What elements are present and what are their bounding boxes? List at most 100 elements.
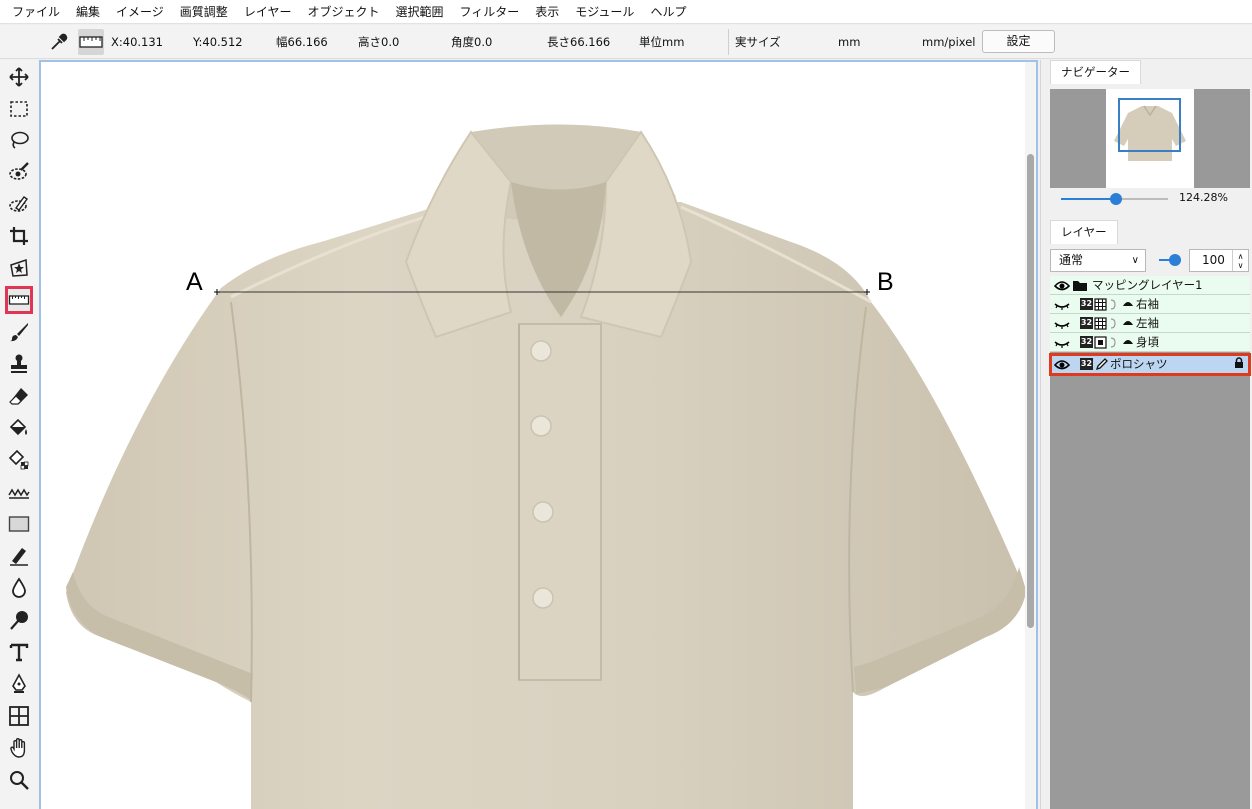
menu-edit[interactable]: 編集 [68, 0, 108, 24]
fill-bucket-icon[interactable] [5, 414, 33, 442]
opacity-value: 100 [1202, 253, 1225, 267]
star-select-icon[interactable] [5, 254, 33, 282]
rectangle-icon[interactable] [5, 510, 33, 538]
eye-closed-icon[interactable] [1054, 336, 1070, 349]
app-window: ファイル 編集 イメージ 画質調整 レイヤー オブジェクト 選択範囲 フィルター… [0, 0, 1252, 809]
crop-icon[interactable] [5, 222, 33, 250]
menu-adjust[interactable]: 画質調整 [172, 0, 236, 24]
ruler-mode-icon[interactable] [78, 29, 104, 55]
layer-row-right-sleeve[interactable]: 32 右袖 [1050, 295, 1250, 314]
stamp-icon[interactable] [5, 350, 33, 378]
grid-icon[interactable] [5, 702, 33, 730]
eye-pen-icon[interactable] [5, 190, 33, 218]
measure-point-b: B [877, 268, 894, 296]
eye-icon[interactable] [1054, 358, 1070, 371]
sleeve-link-icon [1123, 302, 1133, 306]
navigator-preview[interactable] [1050, 89, 1250, 188]
mm-per-pixel-label: mm/pixel [922, 35, 976, 49]
sleeve-link-icon [1123, 321, 1133, 325]
layer-bitdepth-badge: 32 [1080, 336, 1093, 348]
actual-size-label: 実サイズ [735, 35, 781, 49]
layer-bitdepth-badge: 32 [1080, 358, 1093, 370]
pencil-icon [1095, 358, 1108, 371]
move-tool-icon[interactable] [5, 63, 33, 91]
pen-tool-icon[interactable] [5, 670, 33, 698]
mapping-grid-icon [1094, 298, 1116, 311]
coord-y: Y:40.512 [193, 35, 243, 49]
navigator-view-frame[interactable] [1118, 98, 1181, 152]
zoom-slider-fill [1061, 198, 1114, 200]
menu-bar: ファイル 編集 イメージ 画質調整 レイヤー オブジェクト 選択範囲 フィルター… [0, 0, 1252, 24]
brush-icon[interactable] [5, 318, 33, 346]
menu-layer[interactable]: レイヤー [236, 0, 300, 24]
drop-icon[interactable] [5, 574, 33, 602]
spin-arrows-icon[interactable]: ∧ ∨ [1232, 250, 1248, 271]
divider [728, 29, 729, 55]
zoom-icon[interactable] [5, 766, 33, 794]
opacity-slider-knob[interactable] [1169, 254, 1181, 266]
pattern-fill-icon[interactable] [5, 446, 33, 474]
tab-navigator[interactable]: ナビゲーター [1050, 60, 1141, 84]
eye-icon[interactable] [1054, 279, 1070, 292]
settings-button[interactable]: 設定 [982, 30, 1055, 53]
layer-name: マッピングレイヤー1 [1092, 278, 1203, 292]
measure-unit: 単位mm [639, 35, 685, 49]
menu-image[interactable]: イメージ [108, 0, 172, 24]
eyedropper-icon[interactable] [46, 29, 72, 55]
menu-module[interactable]: モジュール [567, 0, 642, 24]
measure-length: 長さ66.166 [547, 35, 611, 49]
layer-row-mapping[interactable]: マッピングレイヤー1 [1050, 276, 1250, 295]
tab-layers[interactable]: レイヤー [1050, 220, 1118, 244]
dodge-icon[interactable] [5, 606, 33, 634]
eye-closed-icon[interactable] [1054, 317, 1070, 330]
lock-icon[interactable] [1234, 357, 1244, 369]
measure-height: 高さ0.0 [358, 35, 400, 49]
text-icon[interactable] [5, 638, 33, 666]
menu-help[interactable]: ヘルプ [642, 0, 694, 24]
zoom-slider-knob[interactable] [1110, 193, 1122, 205]
layer-name: 身頃 [1136, 335, 1159, 349]
ruler-icon[interactable] [5, 286, 33, 314]
vertical-scrollbar[interactable] [1025, 62, 1036, 809]
image-canvas[interactable]: A B [39, 60, 1038, 809]
menu-filter[interactable]: フィルター [451, 0, 527, 24]
coord-x: X:40.131 [111, 35, 163, 49]
layer-bitdepth-badge: 32 [1080, 317, 1093, 329]
chevron-down-icon: ∨ [1131, 255, 1139, 266]
pen-edit-icon[interactable] [5, 542, 33, 570]
eye-closed-icon[interactable] [1054, 298, 1070, 311]
hand-icon[interactable] [5, 734, 33, 762]
blend-mode-select[interactable]: 通常 ∨ [1050, 249, 1146, 272]
actual-size-unit: mm [838, 35, 861, 49]
layer-list: マッピングレイヤー1 32 右袖 32 左袖 32 身頃 32 ポロシャツ [1049, 276, 1251, 809]
menu-file[interactable]: ファイル [4, 0, 68, 24]
tool-strip [0, 60, 38, 809]
opacity-stepper[interactable]: 100 ∧ ∨ [1189, 249, 1249, 272]
lasso-icon[interactable] [5, 126, 33, 154]
menu-object[interactable]: オブジェクト [299, 0, 387, 24]
measure-point-a: A [186, 268, 203, 296]
layer-row-polo-shirt[interactable]: 32 ポロシャツ [1049, 353, 1251, 376]
layer-row-body[interactable]: 32 身頃 [1050, 333, 1250, 352]
layer-row-left-sleeve[interactable]: 32 左袖 [1050, 314, 1250, 333]
rect-select-icon[interactable] [5, 95, 33, 123]
wave-icon[interactable] [5, 478, 33, 506]
zoom-value: 124.28% [1179, 191, 1228, 204]
scrollbar-thumb[interactable] [1027, 154, 1034, 628]
layer-name: ポロシャツ [1110, 357, 1168, 371]
layer-bitdepth-badge: 32 [1080, 298, 1093, 310]
polo-shirt-image [66, 124, 1026, 809]
mapping-grid-icon [1094, 317, 1116, 330]
options-bar: X:40.131 Y:40.512 幅66.166 高さ0.0 角度0.0 長さ… [0, 25, 1252, 59]
folder-icon [1073, 281, 1087, 291]
measure-angle: 角度0.0 [451, 35, 493, 49]
sleeve-link-icon [1123, 340, 1133, 344]
layer-name: 左袖 [1136, 316, 1159, 330]
menu-selection[interactable]: 選択範囲 [387, 0, 451, 24]
mapping-checker-icon [1094, 336, 1116, 349]
menu-view[interactable]: 表示 [527, 0, 567, 24]
right-panel: ナビゲーター 124.28% レイヤー 通常 ∨ 100 ∧ ∨ マッピングレイ… [1040, 60, 1252, 809]
layer-name: 右袖 [1136, 297, 1159, 311]
eraser-icon[interactable] [5, 382, 33, 410]
eye-brush-icon[interactable] [5, 158, 33, 186]
